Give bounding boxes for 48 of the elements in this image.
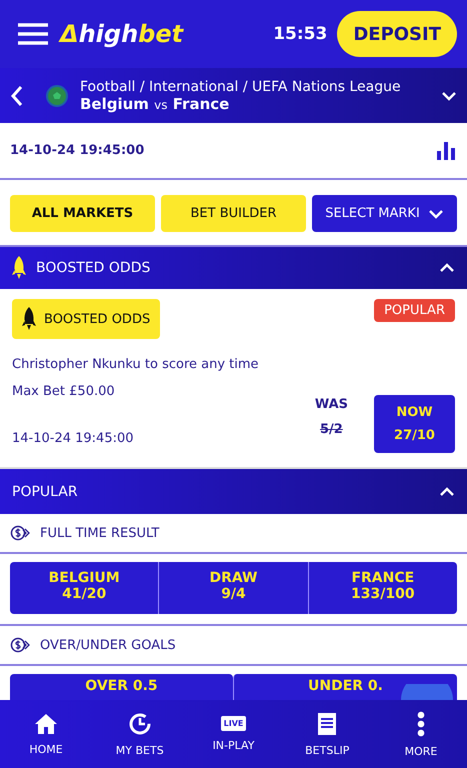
breadcrumb: Football / International / UEFA Nations League: [80, 78, 402, 94]
stats-icon[interactable]: [437, 142, 455, 160]
nav-item[interactable]: MY BETS: [100, 700, 180, 768]
section-header[interactable]: POPULAR: [0, 469, 467, 514]
popular-tag: POPULAR: [374, 299, 455, 322]
market-title: OVER/UNDER GOALS: [40, 638, 176, 652]
old-odds: 5/2: [320, 422, 343, 437]
market-dropdown[interactable]: SELECT MARKI: [312, 195, 457, 232]
boosted-odds-button[interactable]: NOW 27/10: [374, 395, 455, 453]
nav-item[interactable]: LIVE IN-PLAY: [194, 700, 274, 768]
market-tab[interactable]: ALL MARKETS: [10, 195, 155, 232]
history-icon: [128, 712, 152, 736]
chevron-up-icon: [439, 486, 455, 496]
nav-item[interactable]: BETSLIP: [287, 700, 368, 768]
boosted-badge: BOOSTED ODDS: [12, 299, 160, 339]
home-icon: [34, 712, 58, 734]
section-header[interactable]: BOOSTED ODDS: [0, 247, 467, 289]
back-icon[interactable]: [10, 84, 24, 106]
match-date: 14-10-24 19:45:00: [10, 143, 144, 158]
nav-item[interactable]: MORE: [381, 700, 461, 768]
odds-button[interactable]: DRAW 9/4: [158, 562, 308, 614]
max-bet-text: Max Bet £50.00: [12, 384, 116, 399]
live-icon: LIVE: [220, 716, 246, 731]
market-title: FULL TIME RESULT: [40, 526, 160, 540]
football-icon: [46, 84, 68, 106]
nav-item[interactable]: HOME: [6, 700, 86, 768]
logo[interactable]: Δhighbet: [60, 20, 274, 48]
receipt-icon: [317, 712, 338, 736]
market-tab[interactable]: BET BUILDER: [161, 195, 306, 232]
clock-time: 15:53: [273, 24, 328, 44]
odds-button[interactable]: FRANCE 133/100: [308, 562, 457, 614]
rocket-icon: [12, 256, 26, 280]
selection-text: Christopher Nkunku to score any time: [12, 357, 260, 372]
dollar-icon: [10, 525, 32, 541]
odds-button[interactable]: OVER 0.5: [10, 674, 233, 700]
chevron-down-icon: [428, 208, 444, 218]
more-icon: [417, 710, 425, 736]
odds-button[interactable]: UNDER 0.: [233, 674, 457, 700]
event-date: 14-10-24 19:45:00: [12, 431, 135, 446]
odds-button[interactable]: BELGIUM 41/20: [10, 562, 158, 614]
deposit-button[interactable]: DEPOSIT: [337, 11, 457, 57]
chevron-down-icon: [441, 90, 457, 100]
was-label: WAS: [314, 397, 348, 412]
rocket-icon: [22, 307, 36, 331]
match-title: Belgium vs France: [80, 94, 230, 112]
chevron-up-icon: [439, 263, 455, 273]
dollar-icon: [10, 637, 32, 653]
menu-icon[interactable]: [18, 23, 48, 45]
